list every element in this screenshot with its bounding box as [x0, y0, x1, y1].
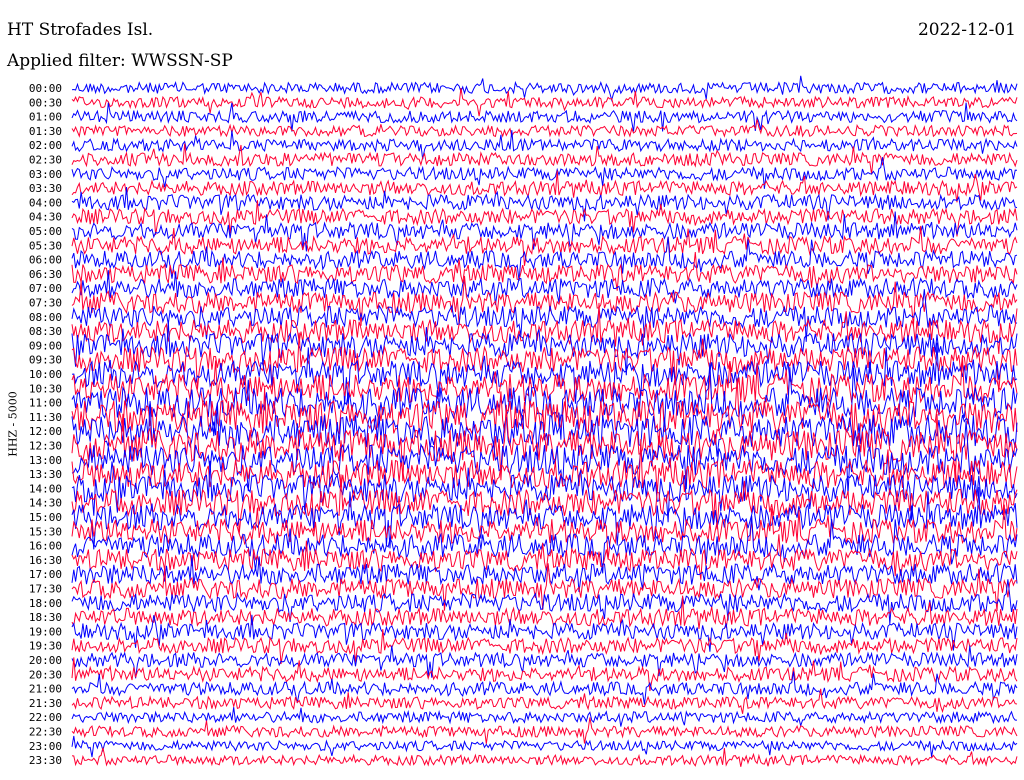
- time-tick-label: 21:00: [29, 683, 62, 696]
- time-tick-label: 05:30: [29, 239, 62, 252]
- time-tick-label: 06:00: [29, 254, 62, 267]
- time-tick-label: 07:00: [29, 282, 62, 295]
- time-tick-label: 11:00: [29, 397, 62, 410]
- seismogram-trace: [71, 595, 1018, 630]
- time-tick-label: 01:00: [29, 111, 62, 124]
- time-tick-label: 13:30: [29, 468, 62, 481]
- time-tick-label: 09:00: [29, 339, 62, 352]
- helicorder-plot: 00:0000:30 01:0001:3002:00 02:3003:0003:30…: [29, 75, 1018, 767]
- time-tick-label: 15:00: [29, 511, 62, 524]
- seismogram-trace: [71, 579, 1018, 625]
- time-tick-label: 08:30: [29, 325, 62, 338]
- time-tick-label: 17:00: [29, 568, 62, 581]
- time-tick-label: 08:00: [29, 311, 62, 324]
- seismogram-trace: [71, 270, 1018, 306]
- time-tick-label: 17:30: [29, 583, 62, 596]
- time-tick-label: 04:00: [29, 196, 62, 209]
- time-tick-label: 14:30: [29, 497, 62, 510]
- seismogram-trace: [71, 75, 1018, 103]
- time-tick-label: 22:00: [29, 711, 62, 724]
- seismogram-trace: [71, 645, 1018, 679]
- time-tick-label: 22:30: [29, 726, 62, 739]
- time-tick-label: 01:30: [29, 125, 62, 138]
- time-tick-label: 19:30: [29, 640, 62, 653]
- time-tick-label: 00:00: [29, 82, 62, 95]
- seismogram-trace: [71, 88, 1018, 117]
- seismogram-trace: [71, 735, 1018, 758]
- time-tick-label: 03:30: [29, 182, 62, 195]
- seismogram-traces: [71, 75, 1018, 767]
- seismogram-trace: [71, 186, 1018, 222]
- time-tick-label: 10:00: [29, 368, 62, 381]
- time-tick-label: 21:30: [29, 697, 62, 710]
- time-tick-labels: 00:0000:30 01:0001:3002:00 02:3003:0003:30…: [29, 82, 62, 767]
- seismogram-trace: [71, 119, 1018, 138]
- time-tick-label: 18:00: [29, 597, 62, 610]
- time-tick-label: 12:30: [29, 440, 62, 453]
- seismogram-trace: [71, 629, 1018, 665]
- time-tick-label: 18:30: [29, 611, 62, 624]
- time-tick-label: 11:30: [29, 411, 62, 424]
- time-tick-label: 16:30: [29, 554, 62, 567]
- time-tick-label: 02:00: [29, 139, 62, 152]
- time-tick-label: 07:30: [29, 297, 62, 310]
- time-tick-label: 02:30: [29, 154, 62, 167]
- time-tick-label: 05:00: [29, 225, 62, 238]
- seismogram-trace: [71, 747, 1018, 767]
- time-tick-label: 13:00: [29, 454, 62, 467]
- time-tick-label: 06:30: [29, 268, 62, 281]
- time-tick-label: 10:30: [29, 382, 62, 395]
- time-tick-label: 00:30: [29, 96, 62, 109]
- time-tick-label: 20:00: [29, 654, 62, 667]
- time-tick-label: 12:00: [29, 425, 62, 438]
- time-tick-label: 23:30: [29, 754, 62, 767]
- time-tick-label: 19:00: [29, 625, 62, 638]
- seismogram-trace: [71, 707, 1017, 728]
- time-tick-label: 15:30: [29, 525, 62, 538]
- time-tick-label: 20:30: [29, 668, 62, 681]
- seismogram-trace: [71, 211, 1018, 252]
- time-tick-label: 14:00: [29, 482, 62, 495]
- time-tick-label: 09:30: [29, 354, 62, 367]
- time-tick-label: 23:00: [29, 740, 62, 753]
- seismogram-trace: [71, 302, 1018, 355]
- time-tick-label: 16:00: [29, 540, 62, 553]
- seismogram-trace: [71, 225, 1018, 266]
- time-tick-label: 03:00: [29, 168, 62, 181]
- time-tick-label: 04:30: [29, 211, 62, 224]
